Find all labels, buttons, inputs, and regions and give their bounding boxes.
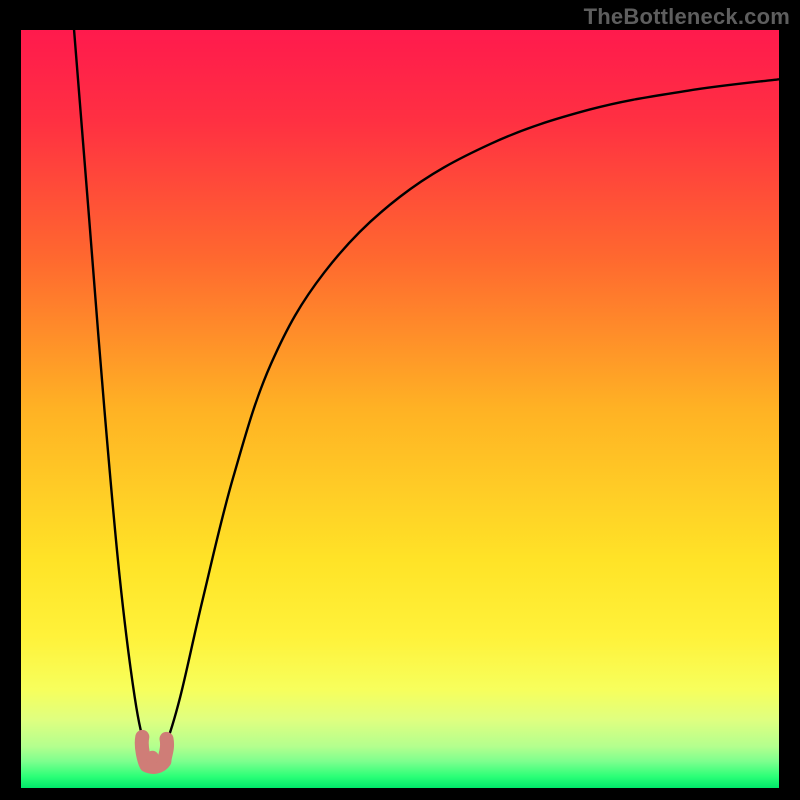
- plot-area: [21, 30, 779, 788]
- chart-frame: TheBottleneck.com: [0, 0, 800, 800]
- watermark-text: TheBottleneck.com: [584, 4, 790, 30]
- optimal-marker: [21, 30, 779, 788]
